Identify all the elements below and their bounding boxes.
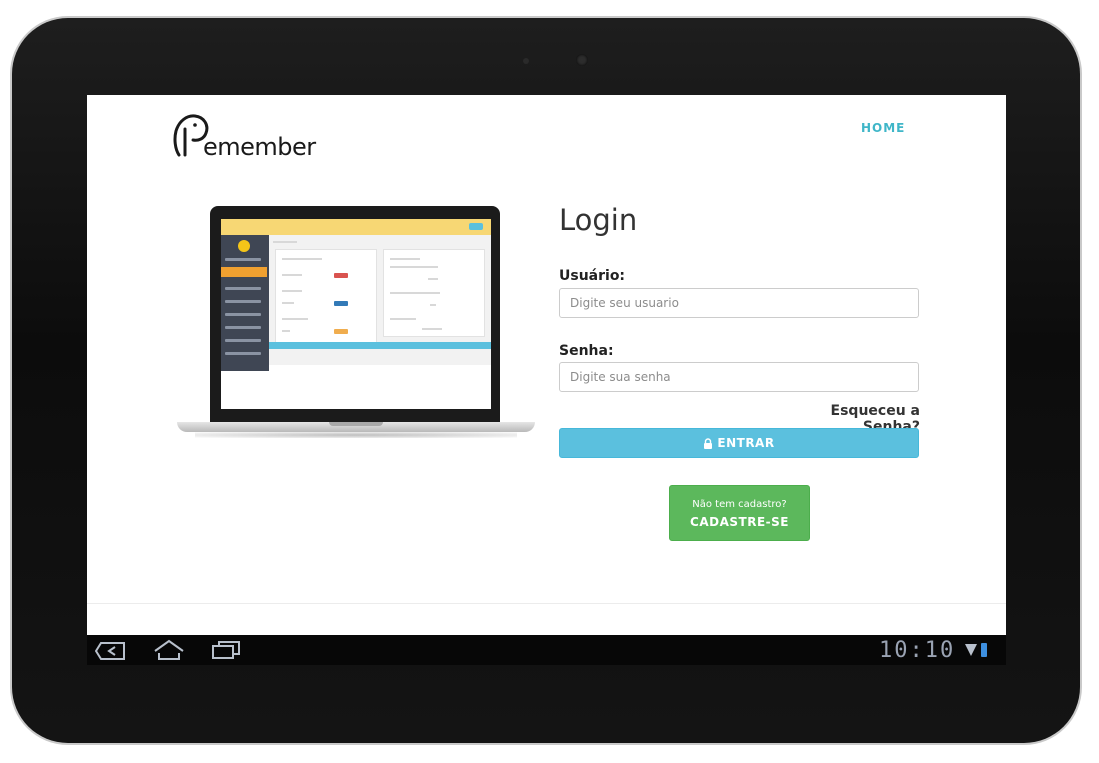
status-icons [965,643,987,657]
preview-sidebar-item [225,326,261,329]
back-icon[interactable] [95,641,127,661]
battery-icon [981,643,987,657]
laptop-lid [210,206,500,424]
preview-topbar-button [469,223,483,230]
preview-line [428,278,438,280]
preview-sidebar-item [225,287,261,290]
preview-sidebar-item [225,313,261,316]
status-clock: 10:10 [879,638,956,663]
logo-text: emember [203,133,316,161]
recent-apps-icon[interactable] [211,640,241,660]
preview-line [282,330,290,332]
preview-heading [273,241,297,243]
preview-badge-blue [334,301,348,306]
username-label: Usuário: [559,268,626,284]
preview-logo [238,240,250,252]
preview-sidebar-item [225,258,261,261]
preview-sidebar-item [225,352,261,355]
login-submit-button[interactable]: ENTRAR [559,428,919,458]
preview-bottombar [269,342,491,349]
preview-line [282,290,302,292]
tablet-screen: emember HOME Login Usuário: Digite seu u… [87,95,1006,665]
preview-line [282,258,322,260]
laptop-shadow [195,432,517,438]
system-navigation-bar: 10:10 [87,635,1006,665]
signup-button[interactable]: Não tem cadastro? CADASTRE-SE [669,485,810,541]
web-page: emember HOME Login Usuário: Digite seu u… [87,95,1006,635]
preview-line [282,274,302,276]
laptop-notch [329,422,383,426]
preview-sidebar-active [221,267,267,277]
preview-sidebar-item [225,300,261,303]
signal-icon [965,644,977,656]
preview-badge-orange [334,329,348,334]
preview-card-right [383,249,485,337]
signup-prompt: Não tem cadastro? [692,499,787,510]
sensor-dot [523,58,529,64]
preview-card-left [275,249,377,343]
preview-line [390,318,416,320]
dashboard-preview [221,219,491,409]
signup-label: CADASTRE-SE [690,515,789,529]
preview-line [390,292,440,294]
preview-line [422,328,442,330]
lock-icon [704,437,713,449]
password-label: Senha: [559,343,614,359]
username-input[interactable] [559,288,919,318]
nav-home-link[interactable]: HOME [861,121,905,135]
login-title: Login [559,203,638,237]
preview-sidebar [221,235,269,371]
login-submit-label: ENTRAR [717,436,775,450]
preview-line [282,302,294,304]
laptop-illustration [177,206,535,438]
footer-divider [87,603,1006,604]
preview-line [282,318,308,320]
preview-line [430,304,436,306]
brand-logo[interactable]: emember [173,109,333,165]
preview-topbar [221,219,491,235]
preview-line [390,266,438,268]
password-input[interactable] [559,362,919,392]
home-icon[interactable] [153,639,185,661]
preview-badge-red [334,273,348,278]
preview-sidebar-item [225,339,261,342]
preview-line [390,258,420,260]
front-camera [576,54,588,66]
